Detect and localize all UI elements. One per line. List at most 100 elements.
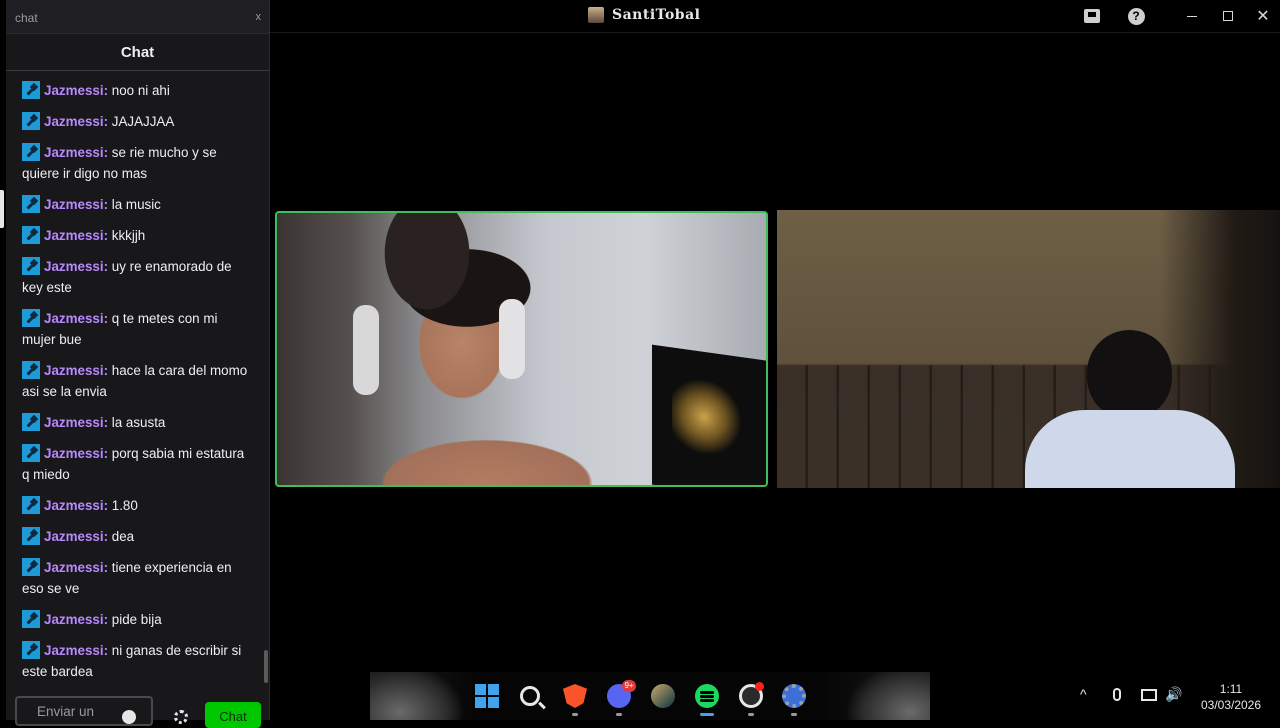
video-content: [353, 305, 379, 395]
chat-message: Jazmessi: pide bija: [22, 609, 254, 630]
search-icon[interactable]: [520, 686, 540, 706]
chat-separator: :: [103, 311, 109, 326]
chat-message-text: dea: [111, 529, 135, 544]
chat-username[interactable]: Jazmessi: [44, 498, 104, 513]
moderator-badge-icon[interactable]: [22, 558, 40, 576]
chat-message: Jazmessi: la asusta: [22, 412, 254, 433]
chat-message: Jazmessi: hace la cara del momo asi se l…: [22, 360, 254, 402]
chat-message: Jazmessi: ni ganas de escribir si este b…: [22, 640, 254, 682]
chat-username[interactable]: Jazmessi: [44, 259, 104, 274]
chat-username[interactable]: Jazmessi: [44, 446, 104, 461]
inbox-icon[interactable]: [1082, 6, 1102, 26]
chat-username[interactable]: Jazmessi: [44, 197, 104, 212]
moderator-badge-icon[interactable]: [22, 527, 40, 545]
moderator-badge-icon[interactable]: [22, 112, 40, 130]
emote-icon[interactable]: [122, 710, 136, 724]
video-content: [1025, 410, 1235, 488]
chat-username[interactable]: Jazmessi: [44, 114, 104, 129]
moderator-badge-icon[interactable]: [22, 641, 40, 659]
chat-message: Jazmessi: JAJAJJAA: [22, 111, 254, 132]
chat-scrollbar[interactable]: [264, 650, 268, 683]
chat-username[interactable]: Jazmessi: [44, 311, 104, 326]
chat-window-close-button[interactable]: x: [256, 11, 262, 23]
minimize-button[interactable]: [1172, 4, 1212, 28]
chat-settings-icon[interactable]: [174, 710, 188, 724]
chat-username[interactable]: Jazmessi: [44, 415, 104, 430]
window-title: SantiTobal: [588, 7, 700, 23]
chat-separator: :: [103, 529, 109, 544]
running-indicator: [791, 713, 797, 716]
moderator-badge-icon[interactable]: [22, 257, 40, 275]
chat-username[interactable]: Jazmessi: [44, 228, 104, 243]
chat-message: Jazmessi: noo ni ahi: [22, 80, 254, 101]
clock[interactable]: 1:11 03/03/2026: [1196, 681, 1266, 713]
participant-video-right[interactable]: [777, 210, 1280, 488]
close-button[interactable]: ✕: [1243, 4, 1280, 28]
send-chat-button[interactable]: Chat: [205, 702, 261, 728]
chat-username[interactable]: Jazmessi: [44, 529, 104, 544]
settings-icon[interactable]: [782, 684, 806, 708]
chat-username[interactable]: Jazmessi: [44, 560, 104, 575]
chat-username[interactable]: Jazmessi: [44, 363, 104, 378]
participant-video-left[interactable]: [275, 211, 768, 487]
moderator-badge-icon[interactable]: [22, 195, 40, 213]
chat-username[interactable]: Jazmessi: [44, 83, 104, 98]
chat-separator: :: [103, 197, 109, 212]
chat-message-text: la asusta: [111, 415, 166, 430]
moderator-badge-icon[interactable]: [22, 444, 40, 462]
chat-window-bar: chat x: [6, 0, 269, 34]
moderator-badge-icon[interactable]: [22, 610, 40, 628]
chat-message: Jazmessi: se rie mucho y se quiere ir di…: [22, 142, 254, 184]
chat-message: Jazmessi: dea: [22, 526, 254, 547]
window-title-text: SantiTobal: [612, 7, 701, 23]
moderator-badge-icon[interactable]: [22, 361, 40, 379]
channel-avatar: [588, 7, 604, 23]
chat-window-name: chat: [15, 11, 38, 25]
chat-username[interactable]: Jazmessi: [44, 145, 104, 160]
help-icon[interactable]: ?: [1126, 6, 1146, 26]
chat-message-text: 1.80: [111, 498, 138, 513]
video-content: [499, 299, 525, 379]
wallpaper: [370, 672, 930, 720]
microphone-icon[interactable]: [1113, 688, 1121, 701]
moderator-badge-icon[interactable]: [22, 81, 40, 99]
league-of-legends-icon[interactable]: [651, 684, 675, 708]
close-icon: ✕: [1256, 8, 1270, 25]
chat-panel: chat x Chat Jazmessi: noo ni ahi Jazmessi…: [6, 0, 270, 728]
chat-message: Jazmessi: q te metes con mi mujer bue: [22, 308, 254, 350]
volume-icon[interactable]: 🔊: [1165, 686, 1182, 703]
notification-badge: 9+: [622, 680, 636, 692]
moderator-badge-icon[interactable]: [22, 226, 40, 244]
chat-username[interactable]: Jazmessi: [44, 643, 104, 658]
moderator-badge-icon[interactable]: [22, 309, 40, 327]
minimize-icon: [1187, 15, 1197, 17]
spotify-icon[interactable]: [695, 684, 719, 708]
chat-message-text: pide bija: [111, 612, 162, 627]
moderator-badge-icon[interactable]: [22, 413, 40, 431]
clock-date: 03/03/2026: [1200, 698, 1262, 712]
chat-message-text: noo ni ahi: [111, 83, 170, 98]
chat-message-list[interactable]: Jazmessi: noo ni ahi Jazmessi: JAJAJJAA Ja…: [6, 80, 264, 685]
chat-message-text: kkkjjh: [111, 228, 146, 243]
active-indicator: [700, 713, 714, 716]
network-icon[interactable]: [1141, 689, 1157, 701]
chat-separator: :: [103, 145, 109, 160]
windows-start-icon[interactable]: [475, 684, 499, 708]
chat-message: Jazmessi: la music: [22, 194, 254, 215]
show-hidden-icons-chevron-icon[interactable]: ^: [1080, 686, 1087, 702]
chat-separator: :: [103, 83, 109, 98]
maximize-button[interactable]: [1208, 4, 1248, 28]
moderator-badge-icon[interactable]: [22, 496, 40, 514]
title-bar: SantiTobal ? ✕: [270, 0, 1280, 33]
chat-message: Jazmessi: kkkjjh: [22, 225, 254, 246]
chat-separator: :: [103, 446, 109, 461]
chat-username[interactable]: Jazmessi: [44, 612, 104, 627]
video-content: [652, 344, 766, 485]
chat-message-text: JAJAJJAA: [111, 114, 175, 129]
running-indicator: [572, 713, 578, 716]
chat-message: Jazmessi: tiene experiencia en eso se ve: [22, 557, 254, 599]
chat-separator: :: [103, 560, 109, 575]
clock-time: 1:11: [1219, 682, 1243, 696]
chat-separator: :: [103, 643, 109, 658]
moderator-badge-icon[interactable]: [22, 143, 40, 161]
